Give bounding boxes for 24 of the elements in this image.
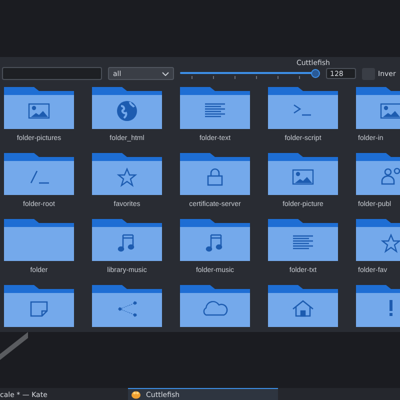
folder-music-icon[interactable]: [180, 219, 250, 261]
search-field[interactable]: [2, 67, 102, 80]
folder-star-icon[interactable]: [356, 219, 400, 261]
size-slider[interactable]: [180, 68, 320, 80]
chevron-down-icon: [162, 72, 169, 76]
folder-star-icon[interactable]: [92, 153, 162, 195]
folder-picture-icon[interactable]: [356, 87, 400, 129]
folder-picture-icon[interactable]: [4, 87, 74, 129]
folder-terminal-icon[interactable]: [268, 87, 338, 129]
folder-root-icon[interactable]: [4, 153, 74, 195]
folder-people-icon[interactable]: [356, 153, 400, 195]
folder-home-icon[interactable]: [268, 285, 338, 327]
folder-globe-icon[interactable]: [92, 87, 162, 129]
folder-text-icon[interactable]: [180, 87, 250, 129]
folder-share-icon[interactable]: [92, 285, 162, 327]
folder-cloud-icon[interactable]: [180, 285, 250, 327]
folder-picture-icon[interactable]: [268, 153, 338, 195]
folder-music-icon[interactable]: [92, 219, 162, 261]
folder-warning-icon[interactable]: [356, 285, 400, 327]
folder-icon[interactable]: [4, 219, 74, 261]
app-icon: [131, 390, 141, 399]
folder-note-icon[interactable]: [4, 285, 74, 327]
folder-text-icon[interactable]: [268, 219, 338, 261]
folder-lock-icon[interactable]: [180, 153, 250, 195]
